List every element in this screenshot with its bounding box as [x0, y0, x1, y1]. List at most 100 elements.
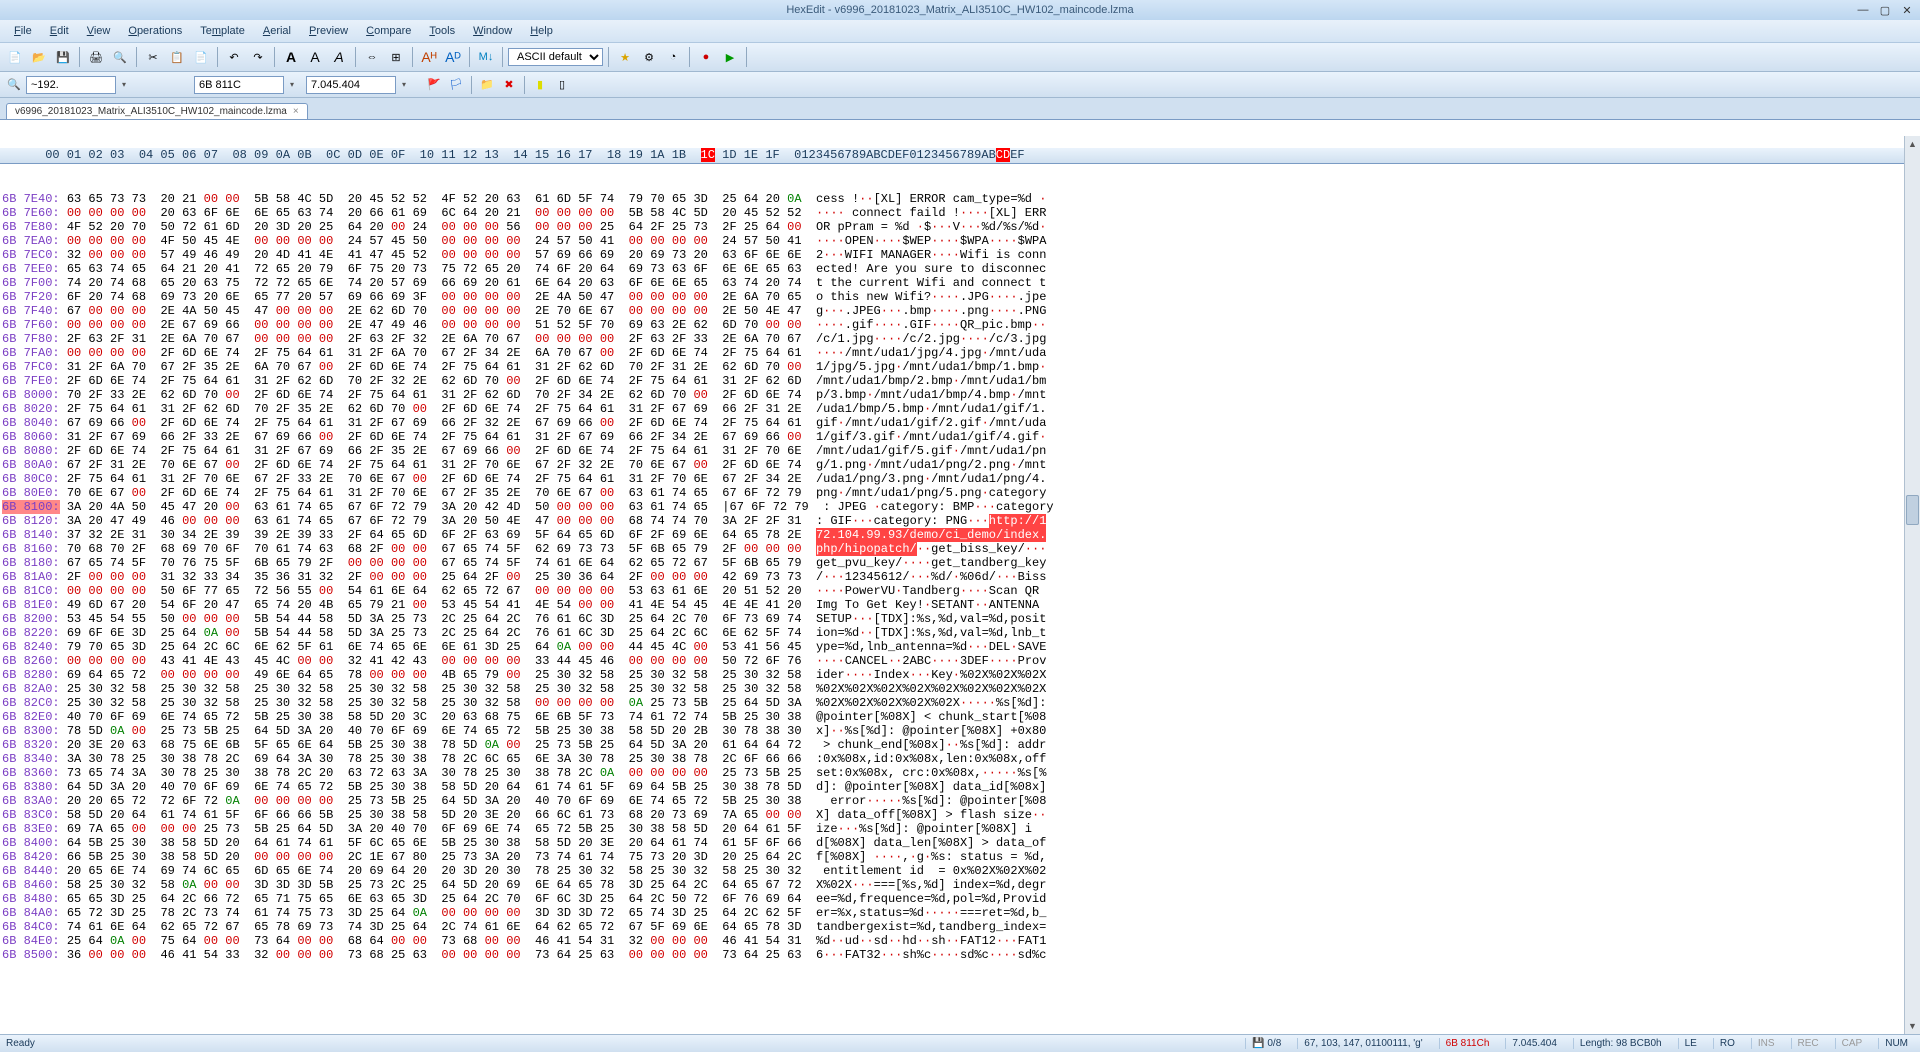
scroll-thumb[interactable]	[1906, 495, 1919, 525]
tab-close-icon[interactable]: ×	[293, 106, 299, 117]
addr-dec-icon[interactable]: Aᴰ	[442, 46, 464, 68]
hex-row: 6B 8120: 3A 20 47 49 46 00 00 00 63 61 7…	[2, 514, 1918, 528]
hex-row: 6B 84A0: 65 72 3D 25 78 2C 73 74 61 74 7…	[2, 906, 1918, 920]
mark-icon[interactable]: M↓	[475, 46, 497, 68]
scroll-down-icon[interactable]: ▼	[1905, 1018, 1920, 1034]
menu-preview[interactable]: Preview	[301, 23, 356, 39]
hex-row: 6B 8140: 37 32 2E 31 30 34 2E 39 39 2E 3…	[2, 528, 1918, 542]
menu-window[interactable]: Window	[465, 23, 520, 39]
menu-aerial[interactable]: Aerial	[255, 23, 299, 39]
addr-hex-icon[interactable]: Aᴴ	[418, 46, 440, 68]
undo-icon[interactable]: ↶	[223, 46, 245, 68]
menu-file[interactable]: File	[6, 23, 40, 39]
save-icon[interactable]: 💾	[52, 46, 74, 68]
bookmark-del-icon[interactable]: ✖	[499, 75, 519, 95]
hex-row: 6B 7E80: 4F 52 20 70 50 72 61 6D 20 3D 2…	[2, 220, 1918, 234]
vertical-scrollbar[interactable]: ▲ ▼	[1904, 136, 1920, 1034]
highlighter-icon[interactable]: ▮	[530, 75, 550, 95]
hex-row: 6B 8160: 70 68 70 2F 68 69 70 6F 70 61 7…	[2, 542, 1918, 556]
font-inc-icon[interactable]: A	[280, 46, 302, 68]
close-icon[interactable]: ✕	[1898, 3, 1916, 17]
menu-view[interactable]: View	[79, 23, 119, 39]
hex-row: 6B 7FE0: 2F 6D 6E 74 2F 75 64 61 31 2F 6…	[2, 374, 1918, 388]
gear-icon[interactable]: ⚙	[638, 46, 660, 68]
hex-row: 6B 8020: 2F 75 64 61 31 2F 62 6D 70 2F 3…	[2, 402, 1918, 416]
autofit-icon[interactable]: ⇔	[361, 46, 383, 68]
menu-template[interactable]: Template	[192, 23, 253, 39]
hex-row: 6B 8480: 65 65 3D 25 64 2C 66 72 65 71 7…	[2, 892, 1918, 906]
status-dec-addr: 7.045.404	[1505, 1038, 1563, 1049]
hex-row: 6B 8460: 58 25 30 32 58 0A 00 00 3D 3D 3…	[2, 878, 1918, 892]
find-icon[interactable]: 🔍	[4, 75, 24, 95]
menu-operations[interactable]: Operations	[120, 23, 190, 39]
status-bar: Ready 💾 0/8 67, 103, 147, 01100111, 'g' …	[0, 1034, 1920, 1052]
status-disk-icon: 💾 0/8	[1245, 1038, 1287, 1049]
window-title: HexEdit - v6996_20181023_Matrix_ALI3510C…	[786, 4, 1133, 16]
hex-row: 6B 8260: 00 00 00 00 43 41 4E 43 45 4C 0…	[2, 654, 1918, 668]
status-endian: LE	[1678, 1038, 1703, 1049]
hex-row: 6B 82C0: 25 30 32 58 25 30 32 58 25 30 3…	[2, 696, 1918, 710]
star-icon[interactable]: ★	[614, 46, 636, 68]
menu-help[interactable]: Help	[522, 23, 561, 39]
menu-compare[interactable]: Compare	[358, 23, 419, 39]
print-preview-icon[interactable]: 🔍	[109, 46, 131, 68]
search-history-input[interactable]	[26, 76, 116, 94]
play-icon[interactable]: ▶	[719, 46, 741, 68]
hex-row: 6B 8300: 78 5D 0A 00 25 73 5B 25 64 5D 3…	[2, 724, 1918, 738]
hex-row: 6B 8220: 69 6F 6E 3D 25 64 0A 00 5B 54 4…	[2, 626, 1918, 640]
dec-address-input[interactable]	[306, 76, 396, 94]
hex-row: 6B 82E0: 40 70 6F 69 6E 74 65 72 5B 25 3…	[2, 710, 1918, 724]
hex-header: 00 01 02 03 04 05 06 07 08 09 0A 0B 0C 0…	[0, 148, 1920, 164]
tab-label: v6996_20181023_Matrix_ALI3510C_HW102_mai…	[15, 106, 287, 117]
encoding-select[interactable]: ASCII default	[508, 48, 603, 66]
hex-row: 6B 7F80: 2F 63 2F 31 2E 6A 70 67 00 00 0…	[2, 332, 1918, 346]
print-icon[interactable]: 🖨	[85, 46, 107, 68]
hex-row: 6B 84C0: 74 61 6E 64 62 65 72 67 65 78 6…	[2, 920, 1918, 934]
hex-row: 6B 7EC0: 32 00 00 00 57 49 46 49 20 4D 4…	[2, 248, 1918, 262]
analyze-icon[interactable]: ◔	[662, 46, 684, 68]
font-icon[interactable]: A	[328, 46, 350, 68]
cols-icon[interactable]: ⊞	[385, 46, 407, 68]
hex-row: 6B 8380: 64 5D 3A 20 40 70 6F 69 6E 74 6…	[2, 780, 1918, 794]
hex-address-dropdown-icon[interactable]: ▾	[286, 80, 298, 89]
title-bar: HexEdit - v6996_20181023_Matrix_ALI3510C…	[0, 0, 1920, 20]
hex-row: 6B 83C0: 58 5D 20 64 61 74 61 5F 6F 66 6…	[2, 808, 1918, 822]
bookmark-folder-icon[interactable]: 📁	[477, 75, 497, 95]
open-icon[interactable]: 📂	[28, 46, 50, 68]
cut-icon[interactable]: ✂	[142, 46, 164, 68]
hex-row: 6B 83A0: 20 20 65 72 72 6F 72 0A 00 00 0…	[2, 794, 1918, 808]
tab-bar: v6996_20181023_Matrix_ALI3510C_HW102_mai…	[0, 98, 1920, 120]
hex-row: 6B 83E0: 69 7A 65 00 00 00 25 73 5B 25 6…	[2, 822, 1918, 836]
hex-view[interactable]: 00 01 02 03 04 05 06 07 08 09 0A 0B 0C 0…	[0, 120, 1920, 1034]
dec-address-dropdown-icon[interactable]: ▾	[398, 80, 410, 89]
hex-row: 6B 80A0: 67 2F 31 2E 70 6E 67 00 2F 6D 6…	[2, 458, 1918, 472]
maximize-icon[interactable]: ▢	[1876, 3, 1894, 17]
hex-row: 6B 7F60: 00 00 00 00 2E 67 69 66 00 00 0…	[2, 318, 1918, 332]
scroll-up-icon[interactable]: ▲	[1905, 136, 1920, 152]
status-ins: INS	[1751, 1038, 1781, 1049]
hex-row: 6B 8400: 64 5B 25 30 38 58 5D 20 64 61 7…	[2, 836, 1918, 850]
tab-file[interactable]: v6996_20181023_Matrix_ALI3510C_HW102_mai…	[6, 103, 308, 119]
status-hex-addr: 6B 811Ch	[1439, 1038, 1496, 1049]
status-num: NUM	[1878, 1038, 1914, 1049]
minimize-icon[interactable]: —	[1854, 3, 1872, 17]
flag-red-icon[interactable]: 🚩	[424, 75, 444, 95]
hex-row: 6B 7F00: 74 20 74 68 65 20 63 75 72 72 6…	[2, 276, 1918, 290]
hex-row: 6B 80C0: 2F 75 64 61 31 2F 70 6E 67 2F 3…	[2, 472, 1918, 486]
menu-tools[interactable]: Tools	[421, 23, 463, 39]
paste-icon[interactable]: 📄	[190, 46, 212, 68]
redo-icon[interactable]: ↷	[247, 46, 269, 68]
flag-blue-icon[interactable]: 🏳	[446, 75, 466, 95]
copy-icon[interactable]: 📋	[166, 46, 188, 68]
status-mode: RO	[1713, 1038, 1741, 1049]
record-icon[interactable]: ●	[695, 46, 717, 68]
status-pos: 67, 103, 147, 01100111, 'g'	[1297, 1038, 1428, 1049]
new-icon[interactable]: 📄	[4, 46, 26, 68]
search-history-dropdown-icon[interactable]: ▾	[118, 80, 130, 89]
menu-edit[interactable]: Edit	[42, 23, 77, 39]
hex-row: 6B 80E0: 70 6E 67 00 2F 6D 6E 74 2F 75 6…	[2, 486, 1918, 500]
font-dec-icon[interactable]: A	[304, 46, 326, 68]
hex-address-input[interactable]	[194, 76, 284, 94]
highlight-clear-icon[interactable]: ▯	[552, 75, 572, 95]
status-rec: REC	[1791, 1038, 1825, 1049]
